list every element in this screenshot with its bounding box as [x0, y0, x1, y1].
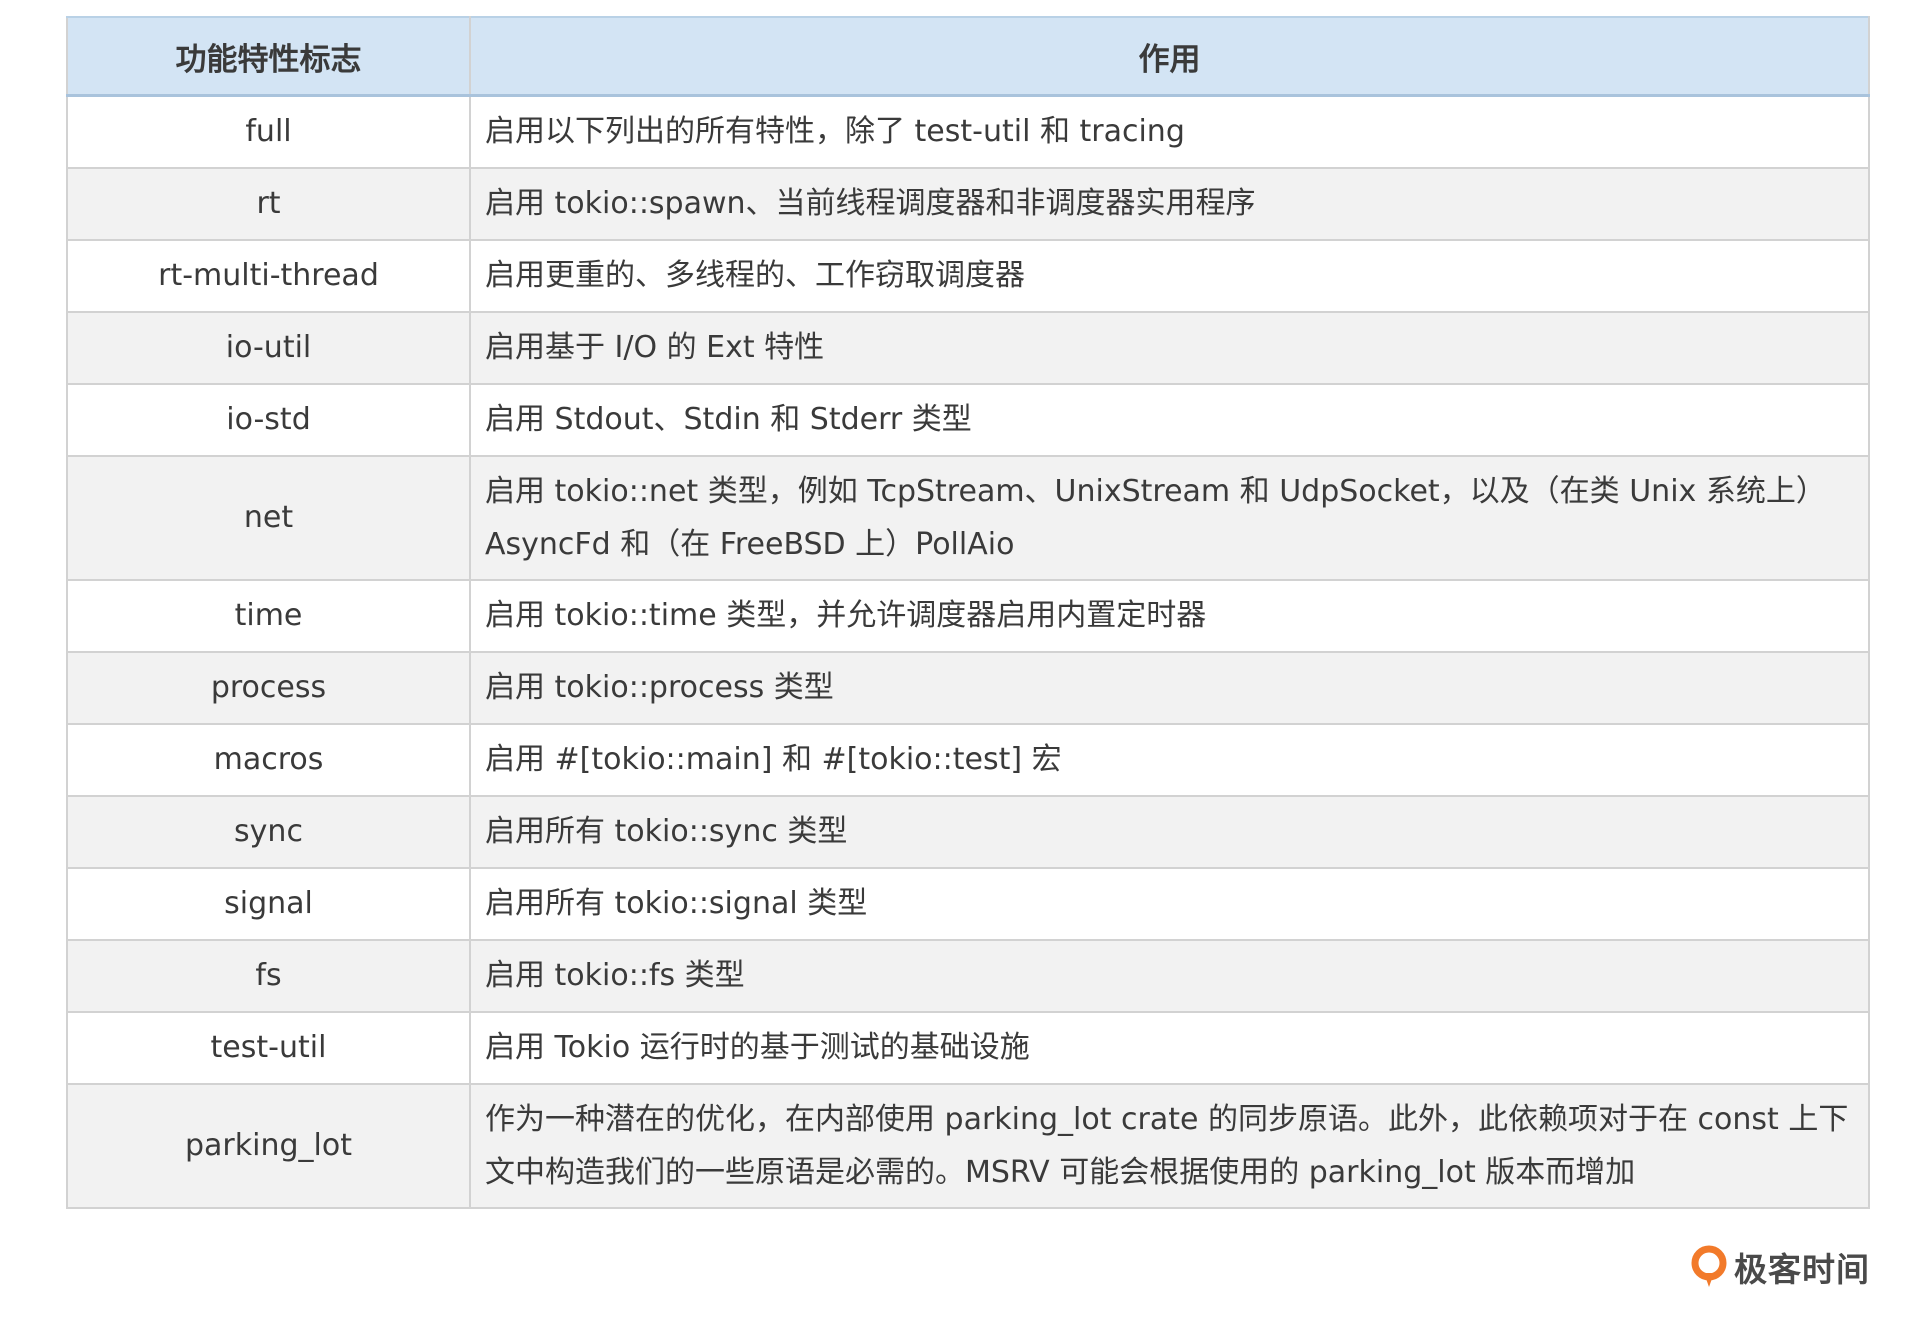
purpose-cell: 作为一种潜在的优化，在内部使用 parking_lot crate 的同步原语。… [469, 1082, 1870, 1209]
geektime-logo-icon [1691, 1245, 1727, 1287]
table-row: time 启用 tokio::time 类型，并允许调度器启用内置定时器 [66, 578, 1870, 653]
feature-flag-cell: signal [66, 866, 471, 941]
feature-flag-cell: test-util [66, 1010, 471, 1085]
purpose-cell: 启用 tokio::net 类型，例如 TcpStream、UnixStream… [469, 454, 1870, 581]
table-row: rt 启用 tokio::spawn、当前线程调度器和非调度器实用程序 [66, 166, 1870, 241]
feature-flag-cell: process [66, 650, 471, 725]
feature-flag-cell: sync [66, 794, 471, 869]
purpose-cell: 启用 tokio::process 类型 [469, 650, 1870, 725]
table-row: process 启用 tokio::process 类型 [66, 650, 1870, 725]
table-row: signal 启用所有 tokio::signal 类型 [66, 866, 1870, 941]
feature-flag-cell: rt [66, 166, 471, 241]
feature-flag-cell: time [66, 578, 471, 653]
feature-flag-cell: fs [66, 938, 471, 1013]
purpose-cell: 启用 Tokio 运行时的基于测试的基础设施 [469, 1010, 1870, 1085]
feature-flag-cell: rt-multi-thread [66, 238, 471, 313]
header-purpose: 作用 [469, 16, 1870, 97]
table-row: io-util 启用基于 I/O 的 Ext 特性 [66, 310, 1870, 385]
header-feature-flag: 功能特性标志 [66, 16, 471, 97]
table-row: macros 启用 #[tokio::main] 和 #[tokio::test… [66, 722, 1870, 797]
purpose-cell: 启用 #[tokio::main] 和 #[tokio::test] 宏 [469, 722, 1870, 797]
table-row: rt-multi-thread 启用更重的、多线程的、工作窃取调度器 [66, 238, 1870, 313]
feature-flag-cell: macros [66, 722, 471, 797]
purpose-cell: 启用所有 tokio::sync 类型 [469, 794, 1870, 869]
table-row: full 启用以下列出的所有特性，除了 test-util 和 tracing [66, 94, 1870, 169]
feature-flag-cell: full [66, 94, 471, 169]
table-row: net 启用 tokio::net 类型，例如 TcpStream、UnixSt… [66, 454, 1870, 581]
purpose-cell: 启用 tokio::spawn、当前线程调度器和非调度器实用程序 [469, 166, 1870, 241]
purpose-cell: 启用基于 I/O 的 Ext 特性 [469, 310, 1870, 385]
purpose-cell: 启用 Stdout、Stdin 和 Stderr 类型 [469, 382, 1870, 457]
feature-flag-cell: io-util [66, 310, 471, 385]
purpose-cell: 启用更重的、多线程的、工作窃取调度器 [469, 238, 1870, 313]
purpose-cell: 启用 tokio::time 类型，并允许调度器启用内置定时器 [469, 578, 1870, 653]
feature-flag-cell: parking_lot [66, 1082, 471, 1209]
feature-flag-cell: net [66, 454, 471, 581]
purpose-cell: 启用所有 tokio::signal 类型 [469, 866, 1870, 941]
brand-name: 极客时间 [1734, 1250, 1870, 1289]
table-row: io-std 启用 Stdout、Stdin 和 Stderr 类型 [66, 382, 1870, 457]
table-row: fs 启用 tokio::fs 类型 [66, 938, 1870, 1013]
table-row: sync 启用所有 tokio::sync 类型 [66, 794, 1870, 869]
purpose-cell: 启用以下列出的所有特性，除了 test-util 和 tracing [469, 94, 1870, 169]
feature-flags-table: 功能特性标志 作用 full 启用以下列出的所有特性，除了 test-util … [66, 16, 1870, 1209]
feature-flag-cell: io-std [66, 382, 471, 457]
table-header-row: 功能特性标志 作用 [66, 16, 1870, 97]
table-row: parking_lot 作为一种潜在的优化，在内部使用 parking_lot … [66, 1082, 1870, 1209]
brand-watermark: 极客时间 [1690, 1243, 1870, 1291]
table-row: test-util 启用 Tokio 运行时的基于测试的基础设施 [66, 1010, 1870, 1085]
purpose-cell: 启用 tokio::fs 类型 [469, 938, 1870, 1013]
